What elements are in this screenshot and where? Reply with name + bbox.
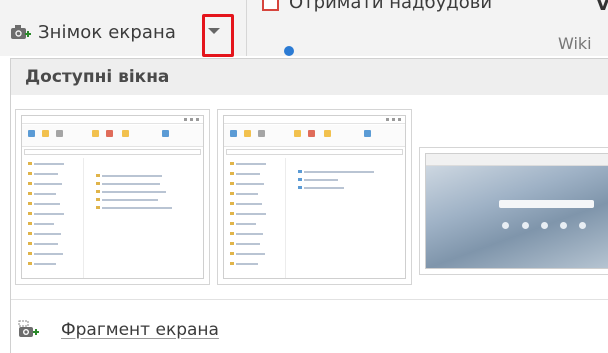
screen-clipping-label: Фрагмент екрана bbox=[61, 320, 219, 340]
screen-clipping-item[interactable]: Фрагмент екрана bbox=[17, 315, 219, 345]
ribbon-separator bbox=[246, 0, 247, 56]
explorer-preview bbox=[223, 115, 406, 279]
screenshot-root: Знімок екрана Отримати надбудови V Wiki … bbox=[0, 0, 608, 353]
partial-ribbon-label: V bbox=[596, 0, 608, 15]
panel-divider bbox=[11, 299, 608, 300]
camera-plus-icon bbox=[11, 25, 31, 39]
window-thumbnail-browser[interactable] bbox=[419, 147, 608, 275]
screenshot-button-label: Знімок екрана bbox=[38, 21, 176, 43]
dropdown-highlight-frame bbox=[202, 14, 234, 57]
screenshot-dropdown-panel: Доступні вікна Фрагмент екрана bbox=[10, 58, 608, 353]
ribbon: Знімок екрана Отримати надбудови V Wiki bbox=[0, 0, 608, 57]
available-windows-header: Доступні вікна bbox=[11, 59, 608, 95]
camera-plus-icon bbox=[18, 320, 39, 337]
wiki-icon bbox=[284, 46, 294, 56]
available-windows-title: Доступні вікна bbox=[25, 67, 170, 87]
window-thumbnail-explorer-2[interactable] bbox=[217, 109, 412, 285]
browser-preview bbox=[425, 153, 608, 269]
store-icon bbox=[262, 0, 279, 11]
get-addins-label: Отримати надбудови bbox=[289, 0, 493, 13]
screenshot-button[interactable]: Знімок екрана bbox=[10, 14, 176, 50]
wiki-partial-label: Wiki bbox=[558, 34, 592, 53]
window-thumbnail-explorer-1[interactable] bbox=[15, 109, 210, 285]
get-addins-button[interactable]: Отримати надбудови bbox=[262, 0, 492, 13]
explorer-preview bbox=[21, 115, 204, 279]
